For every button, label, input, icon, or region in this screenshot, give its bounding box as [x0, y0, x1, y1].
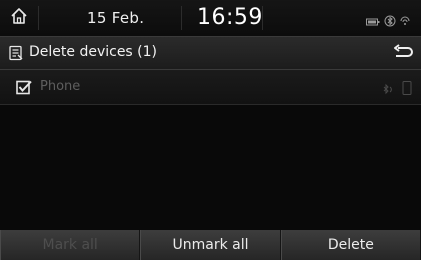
- battery-icon: [366, 12, 380, 31]
- back-button[interactable]: [390, 44, 414, 62]
- home-icon: [10, 7, 28, 29]
- device-icons: [382, 80, 412, 99]
- device-list: Phone: [0, 70, 421, 105]
- mark-all-button[interactable]: Mark all: [0, 230, 141, 260]
- phone-icon: [402, 80, 412, 99]
- status-bar: 15 Feb. 16:59: [0, 0, 421, 36]
- status-time: 16:59: [197, 5, 263, 30]
- unmark-all-button[interactable]: Unmark all: [140, 230, 281, 260]
- status-icons: [366, 12, 410, 31]
- back-arrow-icon: [390, 44, 414, 66]
- status-divider: [38, 6, 39, 30]
- page-title: Delete devices (1): [29, 44, 158, 60]
- title-bar: Delete devices (1): [0, 36, 421, 70]
- bluetooth-audio-icon: [382, 80, 394, 99]
- status-divider: [262, 6, 263, 30]
- checkbox-checked-icon[interactable]: [16, 80, 33, 95]
- list-item[interactable]: Phone: [0, 70, 421, 105]
- bluetooth-icon: [384, 12, 396, 31]
- screen: 15 Feb. 16:59 Delete devices (1) Phone M…: [0, 0, 421, 260]
- device-name: Phone: [40, 79, 81, 94]
- status-date: 15 Feb.: [87, 9, 145, 27]
- home-button[interactable]: [6, 6, 32, 30]
- bottom-action-bar: Mark all Unmark all Delete: [0, 230, 421, 260]
- delete-button[interactable]: Delete: [280, 230, 421, 260]
- document-list-icon: [8, 45, 24, 61]
- signal-icon: [400, 12, 410, 31]
- status-divider: [181, 6, 182, 30]
